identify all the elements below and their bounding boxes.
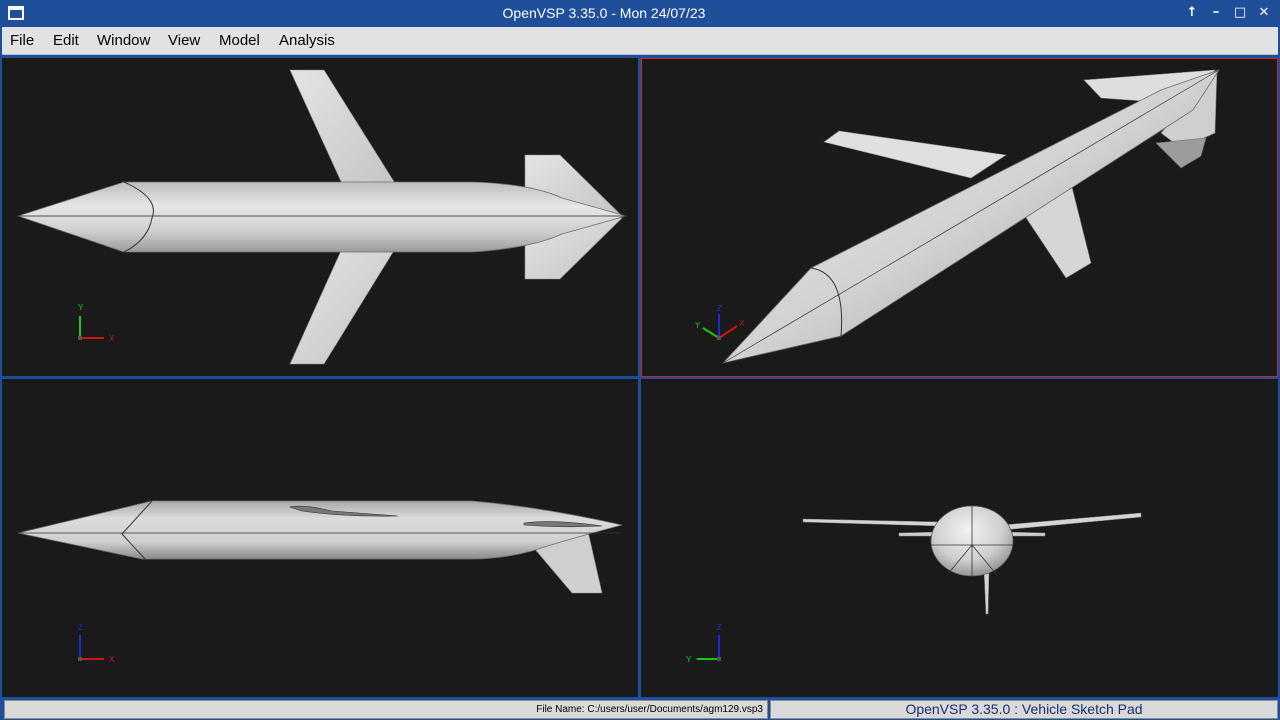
- upper-wing: [289, 69, 399, 189]
- axis-origin: [717, 657, 721, 661]
- axis-label-x: X: [109, 655, 115, 664]
- missile-iso-view: Z X Y: [695, 69, 1220, 364]
- axis-origin: [78, 657, 82, 661]
- menu-view[interactable]: View: [168, 27, 200, 55]
- close-button[interactable]: ✕: [1255, 4, 1273, 22]
- axis-label-y: Y: [695, 321, 701, 330]
- app-window: OpenVSP 3.35.0 - Mon 24/07/23 ↑ – □ ✕ Fi…: [0, 0, 1280, 720]
- missile-side-view: Z X: [17, 500, 623, 664]
- menu-model[interactable]: Model: [219, 27, 260, 55]
- lower-tail-fin: [1155, 137, 1207, 169]
- menu-file[interactable]: File: [10, 27, 34, 55]
- axis-x-line: [718, 325, 738, 339]
- right-wing: [1002, 512, 1142, 531]
- axis-label-y: Y: [686, 655, 692, 664]
- lower-wing: [289, 243, 399, 365]
- axis-label-y: Y: [78, 303, 84, 312]
- menu-window[interactable]: Window: [97, 27, 150, 55]
- axis-label-x: X: [109, 334, 115, 343]
- keep-on-top-button[interactable]: ↑: [1183, 4, 1201, 22]
- title-bar[interactable]: OpenVSP 3.35.0 - Mon 24/07/23 ↑ – □ ✕: [0, 0, 1280, 26]
- minimize-button[interactable]: –: [1207, 4, 1225, 22]
- left-wing: [802, 518, 942, 527]
- centerline: [722, 69, 1220, 364]
- viewport-front[interactable]: Z Y: [641, 379, 1278, 697]
- axis-label-z: Z: [78, 623, 83, 632]
- axis-label-z: Z: [717, 304, 722, 313]
- status-bar: File Name: C:/users/user/Documents/agm12…: [2, 700, 1278, 719]
- axis-origin: [78, 336, 82, 340]
- fuselage: [16, 181, 628, 253]
- window-title: OpenVSP 3.35.0 - Mon 24/07/23: [502, 5, 706, 21]
- ventral-fin: [983, 568, 990, 615]
- viewport-side[interactable]: Z X: [2, 379, 638, 697]
- axis-label-z: Z: [717, 623, 722, 632]
- axis-origin: [717, 336, 721, 340]
- left-wing: [823, 130, 1007, 179]
- app-version-label: OpenVSP 3.35.0 : Vehicle Sketch Pad: [770, 700, 1278, 719]
- menu-bar: File Edit Window View Model Analysis: [2, 27, 1278, 55]
- viewport-top[interactable]: Y X: [2, 58, 638, 376]
- file-name-label: File Name: C:/users/user/Documents/agm12…: [4, 700, 768, 719]
- axis-y-line: [702, 327, 720, 339]
- missile-front-view: Z Y: [686, 505, 1142, 664]
- missile-top-view: Y X: [16, 69, 628, 365]
- menu-analysis[interactable]: Analysis: [279, 27, 335, 55]
- maximize-button[interactable]: □: [1231, 4, 1249, 22]
- menu-edit[interactable]: Edit: [53, 27, 79, 55]
- axis-label-x: X: [739, 319, 745, 328]
- viewport-iso[interactable]: Z X Y: [641, 58, 1278, 377]
